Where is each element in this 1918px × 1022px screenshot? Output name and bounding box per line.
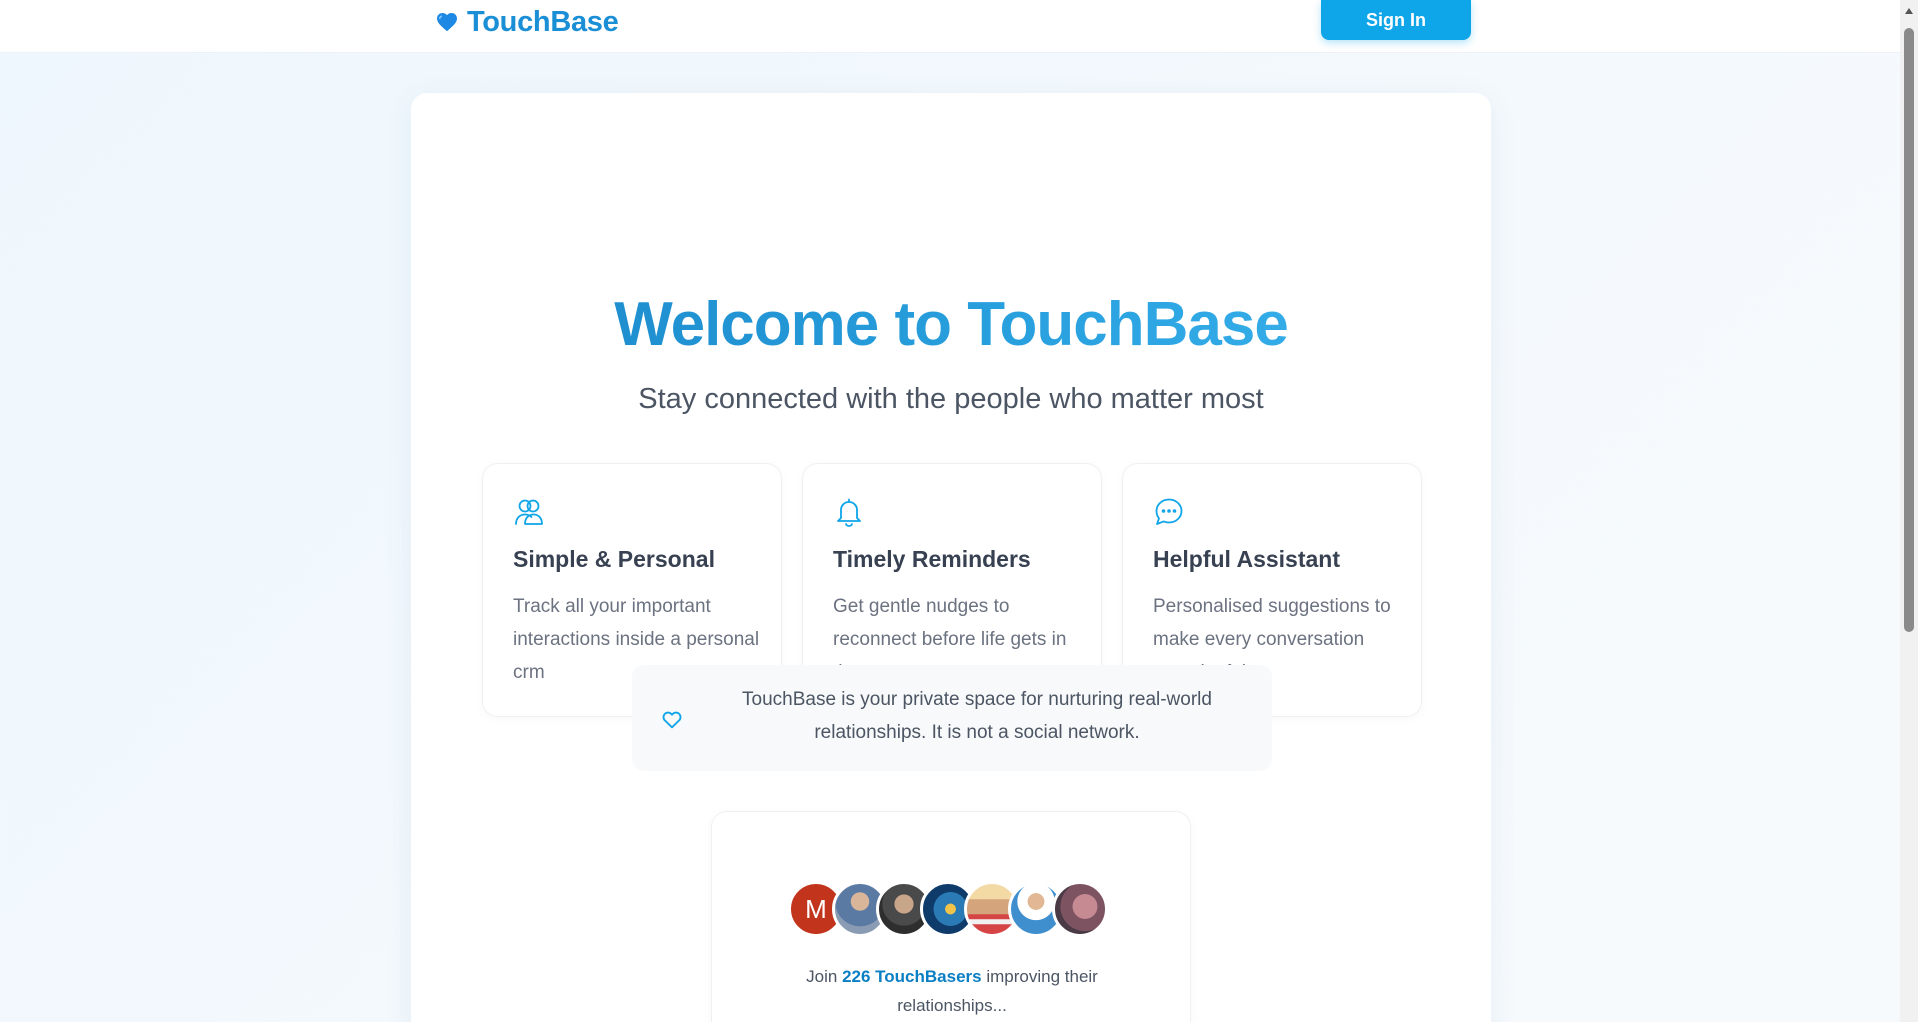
heart-outline-icon: [662, 711, 682, 729]
join-count-text: Join 226 TouchBasers improving their rel…: [772, 962, 1132, 1020]
chat-bubble-icon: [1155, 498, 1183, 525]
social-proof-card: M Join 226 TouchBasers improving their r…: [711, 811, 1191, 1022]
blue-heart-icon: [437, 13, 457, 32]
feature-title: Simple & Personal: [513, 546, 715, 572]
avatar-stack: M: [788, 881, 1108, 939]
feature-title: Timely Reminders: [833, 546, 1031, 572]
bell-icon: [837, 498, 861, 527]
privacy-notice-text: TouchBase is your private space for nurt…: [742, 689, 1212, 743]
scrollbar-thumb[interactable]: [1904, 28, 1914, 632]
avatar: [1052, 881, 1108, 937]
logo[interactable]: TouchBase: [435, 4, 619, 40]
page-title: Welcome to TouchBase: [411, 289, 1491, 360]
sign-in-button[interactable]: Sign In: [1321, 0, 1471, 40]
welcome-card: Welcome to TouchBase Stay connected with…: [411, 93, 1491, 1022]
privacy-notice: TouchBase is your private space for nurt…: [632, 665, 1272, 771]
feature-title: Helpful Assistant: [1153, 546, 1341, 572]
join-prefix: Join: [806, 967, 838, 986]
page-subtitle: Stay connected with the people who matte…: [638, 383, 1264, 415]
vertical-scrollbar[interactable]: [1900, 0, 1918, 1022]
scroll-up-arrow-icon[interactable]: [1905, 8, 1913, 14]
users-icon: [515, 499, 543, 525]
top-navigation-bar: TouchBase Sign In: [0, 0, 1900, 53]
member-count: 226 TouchBasers: [842, 967, 982, 986]
logo-text: TouchBase: [467, 5, 619, 38]
